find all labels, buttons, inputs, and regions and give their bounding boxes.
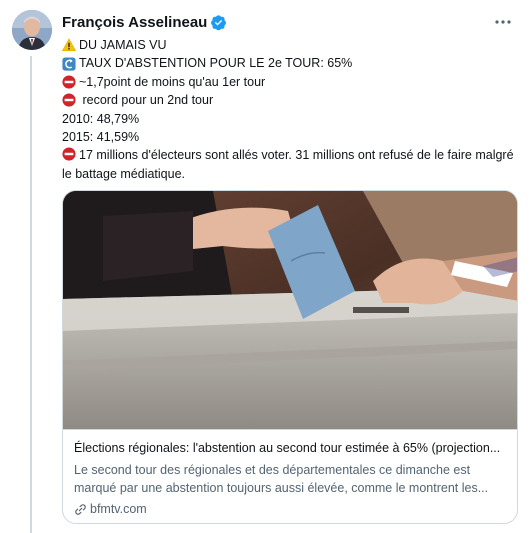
tweet-text: DU JAMAIS VU TAUX D'ABSTENTION POUR LE 2… [62,36,522,183]
verified-badge-icon [211,14,227,30]
no-entry-icon [62,147,76,161]
thread-line [30,56,32,533]
warning-icon [62,38,76,52]
tweet-line: 2010: 48,79% [62,111,140,126]
no-entry-icon [62,75,76,89]
tweet-header: François Asselineau [62,12,520,32]
card-text: Élections régionales: l'abstention au se… [63,429,517,523]
article-photo[interactable] [63,191,517,429]
author-avatar[interactable] [12,10,52,50]
link-card[interactable]: Élections régionales: l'abstention au se… [62,190,518,524]
card-title[interactable]: Élections régionales: l'abstention au se… [74,440,508,457]
tweet-line: ~1,7point de moins qu'au 1er tour [62,73,522,91]
arrow-box-icon [62,57,76,71]
card-description: Le second tour des régionales et des dép… [74,463,489,495]
author-name[interactable]: François Asselineau [62,14,207,31]
no-entry-icon [62,93,76,107]
card-domain[interactable]: bfmtv.com [74,500,508,518]
link-icon [75,503,86,515]
tweet-line: TAUX D'ABSTENTION POUR LE 2e TOUR: 65% [62,54,522,72]
tweet-line: record pour un 2nd tour [62,91,522,109]
more-options-icon[interactable] [492,12,514,32]
tweet-line: 2015: 41,59% [62,130,140,145]
tweet-line: DU JAMAIS VU [62,36,522,54]
tweet-line: 17 millions d'électeurs sont allés voter… [62,147,514,181]
